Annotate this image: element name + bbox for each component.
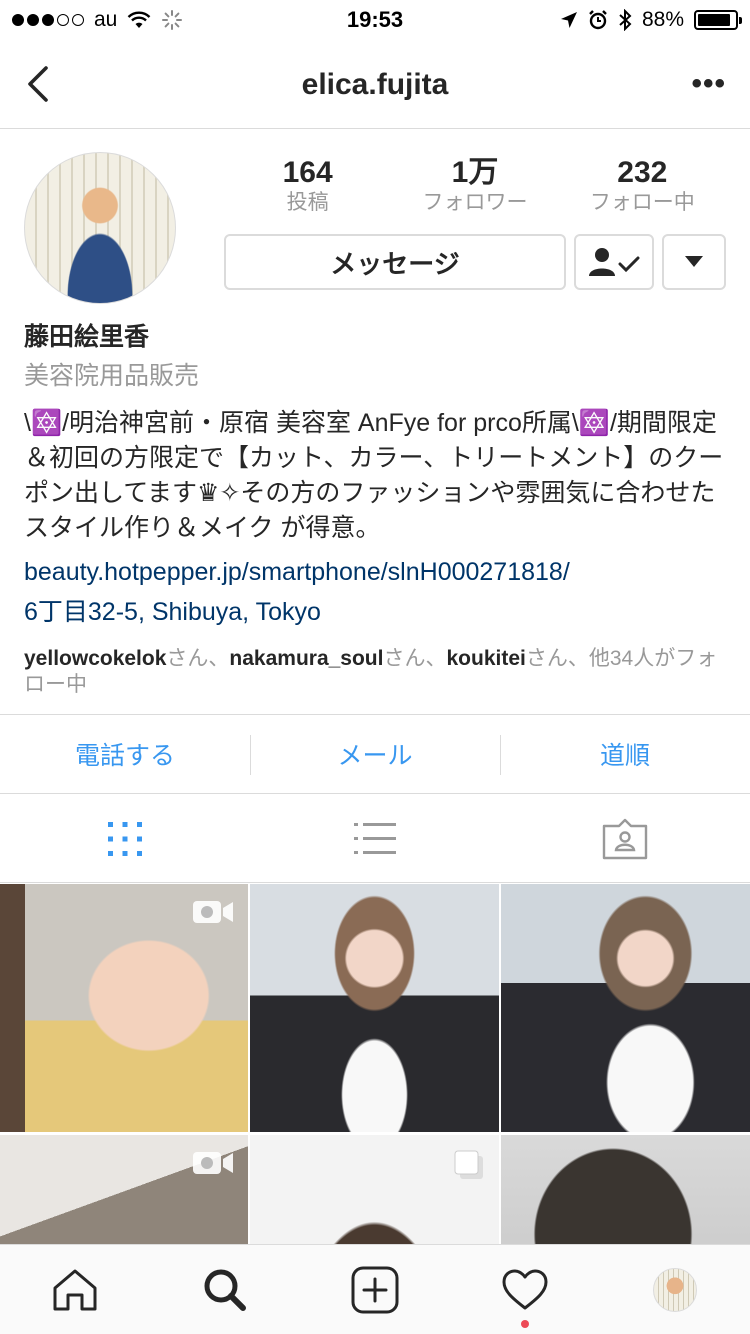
home-icon (53, 1269, 97, 1310)
tab-list-view[interactable] (250, 795, 500, 882)
grid-icon (108, 821, 142, 856)
view-tabs (0, 795, 750, 883)
profile-avatar[interactable] (24, 152, 176, 304)
follower-username: koukitei (446, 647, 526, 670)
address-link[interactable]: 6丁目32-5, Shibuya, Tokyo (24, 592, 726, 632)
followers-count: 1万 (451, 156, 499, 189)
list-icon (354, 822, 396, 854)
post-thumbnail[interactable] (0, 884, 248, 1132)
followed-by-separator: さん、 (166, 647, 230, 670)
followed-by-text[interactable]: yellowcokelokさん、nakamura_soulさん、koukitei… (24, 646, 726, 698)
tab-activity[interactable] (450, 1245, 600, 1334)
profile-stats: 164 投稿 1万 フォロワー 232 フォロー中 (224, 156, 726, 216)
status-bar: au 19:53 88% (0, 0, 750, 40)
caret-down-icon (685, 256, 703, 267)
profile-avatar-small (653, 1267, 697, 1312)
message-button[interactable]: メッセージ (224, 234, 566, 290)
bottom-tab-bar (0, 1244, 750, 1334)
person-check-icon (589, 248, 640, 276)
posts-label: 投稿 (286, 191, 329, 214)
battery-percent: 88% (641, 8, 684, 31)
alarm-icon (589, 10, 607, 30)
following-count: 232 (617, 156, 668, 189)
add-post-icon (351, 1266, 399, 1313)
tab-search[interactable] (150, 1245, 300, 1334)
posts-count: 164 (282, 156, 333, 189)
post-thumbnail[interactable] (250, 1135, 499, 1244)
following-label: フォロー中 (589, 191, 695, 214)
email-button[interactable]: メール (250, 715, 500, 793)
tab-new-post[interactable] (300, 1245, 450, 1334)
username-title: elica.fujita (301, 68, 449, 101)
posts-grid (0, 884, 750, 1244)
tab-profile[interactable] (600, 1245, 750, 1334)
battery-icon (694, 10, 742, 30)
navigation-bar: elica.fujita ••• (0, 40, 750, 129)
status-right: 88% (560, 8, 742, 32)
call-button[interactable]: 電話する (0, 715, 250, 793)
tab-home[interactable] (0, 1245, 150, 1334)
suggested-users-dropdown-button[interactable] (662, 234, 726, 290)
post-thumbnail[interactable] (501, 884, 750, 1132)
video-camera-icon (193, 901, 233, 923)
tab-grid-view[interactable] (0, 795, 250, 882)
following-stat[interactable]: 232 フォロー中 (559, 156, 726, 216)
contact-options-bar: 電話する メール 道順 (0, 714, 750, 794)
tagged-icon (602, 818, 648, 859)
bio-text: \🔯/明治神宮前・原宿 美容室 AnFye for prco所属\🔯/期間限定＆… (24, 409, 724, 542)
heart-icon (502, 1269, 548, 1309)
follower-username: nakamura_soul (229, 647, 384, 670)
website-link[interactable]: beauty.hotpepper.jp/smartphone/slnH00027… (24, 552, 726, 592)
followed-by-separator: さん、 (383, 647, 447, 670)
post-thumbnail[interactable] (250, 884, 499, 1132)
following-status-button[interactable] (574, 234, 654, 290)
more-options-icon[interactable]: ••• (691, 69, 726, 99)
search-icon (204, 1269, 246, 1311)
tab-tagged[interactable] (500, 795, 750, 882)
followers-label: フォロワー (422, 191, 528, 214)
followers-stat[interactable]: 1万 フォロワー (391, 156, 558, 216)
notification-dot (521, 1320, 529, 1328)
follower-username: yellowcokelok (24, 647, 167, 670)
profile-bio: 藤田絵里香 美容院用品販売 \🔯/明治神宮前・原宿 美容室 AnFye for … (24, 320, 726, 698)
post-thumbnail[interactable] (501, 1135, 750, 1244)
multiple-photos-icon (454, 1150, 483, 1179)
video-camera-icon (193, 1152, 233, 1174)
posts-stat: 164 投稿 (224, 156, 391, 216)
bluetooth-icon (619, 9, 632, 31)
business-category: 美容院用品販売 (24, 362, 200, 390)
full-name: 藤田絵里香 (24, 323, 150, 351)
location-arrow-icon (560, 12, 577, 28)
post-thumbnail[interactable] (0, 1135, 248, 1244)
directions-button[interactable]: 道順 (500, 715, 750, 793)
